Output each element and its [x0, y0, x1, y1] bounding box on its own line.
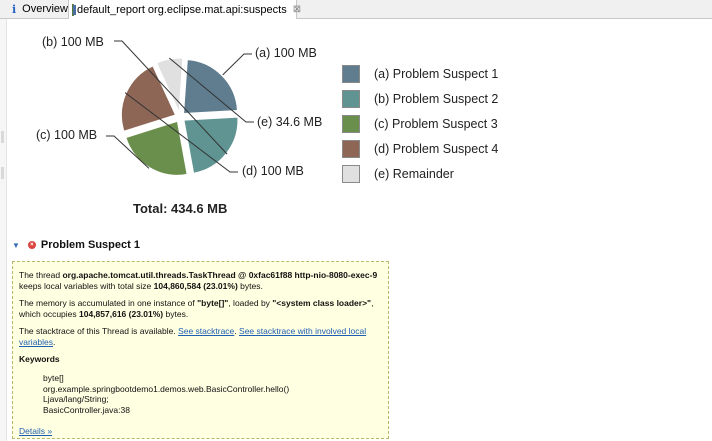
- legend-swatch: [342, 115, 360, 133]
- pie-label-e: (e) 34.6 MB: [257, 115, 323, 129]
- legend-label: (e) Remainder: [374, 167, 454, 181]
- legend-swatch: [342, 65, 360, 83]
- keywords-heading: Keywords: [19, 354, 60, 364]
- tab-default-report[interactable]: default_report org.eclipse.mat.api:suspe…: [69, 0, 301, 19]
- pie-label-d: (d) 100 MB: [242, 164, 304, 178]
- legend-label: (a) Problem Suspect 1: [374, 67, 499, 81]
- legend-label: (b) Problem Suspect 2: [374, 92, 499, 106]
- collapse-triangle-icon[interactable]: ▼: [12, 241, 20, 250]
- memory-description: The memory is accumulated in one instanc…: [19, 298, 374, 319]
- legend-label: (c) Problem Suspect 3: [374, 117, 498, 131]
- pie-total: Total: 434.6 MB: [133, 201, 228, 216]
- tab-overview-label: Overview: [22, 3, 68, 15]
- legend-item: (b) Problem Suspect 2: [342, 89, 498, 109]
- see-stacktrace-link[interactable]: See stacktrace: [178, 326, 234, 336]
- leader-line-a: [222, 53, 252, 76]
- editor-tab-bar: i Overview default_report org.eclipse.ma…: [0, 0, 712, 19]
- pie-slice-c: [125, 120, 188, 176]
- keyword-item: org.example.springbootdemo1.demos.web.Ba…: [43, 383, 290, 394]
- legend-item: (a) Problem Suspect 1: [342, 64, 498, 84]
- legend-label: (d) Problem Suspect 4: [374, 142, 499, 156]
- legend-item: (c) Problem Suspect 3: [342, 114, 498, 134]
- stacktrace-description: The stacktrace of this Thread is availab…: [19, 326, 367, 347]
- legend-item: (d) Problem Suspect 4: [342, 139, 498, 159]
- section-title: Problem Suspect 1: [40, 239, 140, 251]
- close-icon[interactable]: ⊠: [293, 4, 301, 15]
- details-link[interactable]: Details »: [19, 426, 52, 437]
- keywords-list: byte[] org.example.springbootdemo1.demos…: [43, 373, 382, 415]
- keyword-item: BasicController.java:38: [43, 404, 130, 415]
- pie-label-a: (a) 100 MB: [255, 46, 317, 60]
- keyword-item: Ljava/lang/String;: [43, 394, 109, 404]
- suspect-detail-box: The thread org.apache.tomcat.util.thread…: [12, 261, 389, 439]
- tab-default-report-label: default_report org.eclipse.mat.api:suspe…: [77, 3, 287, 16]
- pie-slice-b: [183, 116, 239, 174]
- tab-overview[interactable]: i Overview: [0, 0, 69, 18]
- keyword-item: byte[]: [43, 373, 64, 383]
- legend-swatch: [342, 165, 360, 183]
- info-icon: i: [11, 2, 17, 16]
- pie-label-c: (c) 100 MB: [36, 128, 98, 142]
- error-icon: ×: [27, 241, 36, 249]
- legend-swatch: [342, 140, 360, 158]
- legend-swatch: [342, 90, 360, 108]
- legend-item: (e) Remainder: [342, 164, 454, 184]
- section-header[interactable]: ▼ × Problem Suspect 1: [12, 239, 140, 251]
- suspect-description: The thread org.apache.tomcat.util.thread…: [19, 270, 378, 291]
- pie-label-b: (b) 100 MB: [42, 35, 104, 49]
- report-icon: [72, 3, 76, 16]
